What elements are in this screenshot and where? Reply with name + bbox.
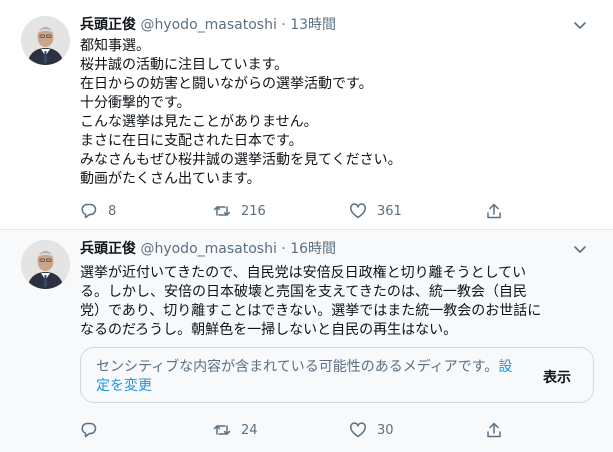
like-icon — [350, 203, 366, 219]
tweet-line: 在日からの妨害と闘いながらの選挙活動です。 — [80, 76, 373, 92]
chevron-down-icon[interactable] — [571, 16, 589, 34]
user-name[interactable]: 兵頭正俊 — [80, 17, 136, 33]
timestamp[interactable]: 16時間 — [290, 241, 336, 257]
user-handle[interactable]: @hyodo_masatoshi — [140, 17, 276, 33]
tweet-line: みなさんもぜひ桜井誠の選挙活動を見てください。 — [80, 152, 402, 168]
reply-icon — [81, 422, 97, 438]
sensitive-notice-text: センシティブな内容が含まれている可能性のあるメディアです。 — [96, 359, 499, 375]
reply-button[interactable]: 8 — [80, 199, 116, 223]
reply-count: 8 — [108, 203, 117, 219]
avatar[interactable] — [21, 240, 70, 289]
user-name[interactable]: 兵頭正俊 — [80, 241, 136, 257]
reply-icon — [81, 203, 97, 219]
sensitive-media-warning: センシティブな内容が含まれている可能性のあるメディアです。設定を変更 表示 — [80, 347, 594, 403]
tweet-line: なるのだろうし。朝鮮色を一掃しないと自民の再生はない。 — [80, 322, 458, 338]
tweet-actions: 8 216 361 — [80, 199, 520, 223]
share-icon — [487, 203, 501, 219]
tweet-1[interactable]: 兵頭正俊 @hyodo_masatoshi · 13時間 都知事選。 桜井誠の活… — [0, 0, 613, 230]
tweet-line: こんな選挙は見たことがありません。 — [80, 114, 318, 130]
avatar[interactable] — [21, 16, 70, 65]
tweet-line: 都知事選。 — [80, 38, 150, 54]
tweet-2[interactable]: 兵頭正俊 @hyodo_masatoshi · 16時間 選挙が近付いてきたので… — [0, 230, 613, 452]
timestamp[interactable]: 13時間 — [290, 17, 336, 33]
tweet-line: 党）であり、切り離すことはできない。選挙ではまた統一教会のお世話に — [80, 303, 542, 319]
separator: · — [281, 17, 286, 33]
tweet-text: 選挙が近付いてきたので、自民党は安倍反日政権と切り離そうとしてい る。しかし、安… — [80, 264, 590, 340]
share-button[interactable] — [485, 199, 503, 223]
retweet-button[interactable]: 216 — [213, 199, 266, 223]
like-count: 30 — [377, 422, 394, 438]
retweet-count: 216 — [241, 203, 266, 219]
retweet-icon — [213, 206, 231, 216]
share-icon — [487, 422, 501, 438]
reply-button[interactable] — [80, 418, 98, 442]
like-button[interactable]: 361 — [349, 199, 402, 223]
user-handle[interactable]: @hyodo_masatoshi — [140, 241, 276, 257]
separator: · — [281, 241, 286, 257]
tweet-text: 都知事選。 桜井誠の活動に注目しています。 在日からの妨害と闘いながらの選挙活動… — [80, 37, 580, 189]
tweet-header: 兵頭正俊 @hyodo_masatoshi · 16時間 — [80, 240, 336, 259]
retweet-button[interactable]: 24 — [213, 418, 258, 442]
retweet-icon — [213, 425, 231, 435]
show-media-button[interactable]: 表示 — [543, 367, 571, 387]
tweet-header: 兵頭正俊 @hyodo_masatoshi · 13時間 — [80, 16, 336, 35]
tweet-line: まさに在日に支配された日本です。 — [80, 133, 303, 149]
like-count: 361 — [377, 203, 402, 219]
share-button[interactable] — [485, 418, 503, 442]
tweet-actions: 24 30 — [80, 418, 520, 442]
chevron-down-icon[interactable] — [571, 240, 589, 258]
tweet-line: 桜井誠の活動に注目しています。 — [80, 57, 289, 73]
tweet-line: 選挙が近付いてきたので、自民党は安倍反日政権と切り離そうとしてい — [80, 265, 527, 281]
like-button[interactable]: 30 — [349, 418, 394, 442]
tweet-line: る。しかし、安倍の日本破壊と売国を支えてきたのは、統一教会（自民 — [80, 284, 527, 300]
tweet-line: 十分衝撃的です。 — [80, 95, 191, 111]
like-icon — [350, 422, 366, 438]
sensitive-notice: センシティブな内容が含まれている可能性のあるメディアです。設定を変更 — [96, 358, 516, 396]
tweet-line: 動画がたくさん出ています。 — [80, 171, 261, 187]
retweet-count: 24 — [241, 422, 258, 438]
